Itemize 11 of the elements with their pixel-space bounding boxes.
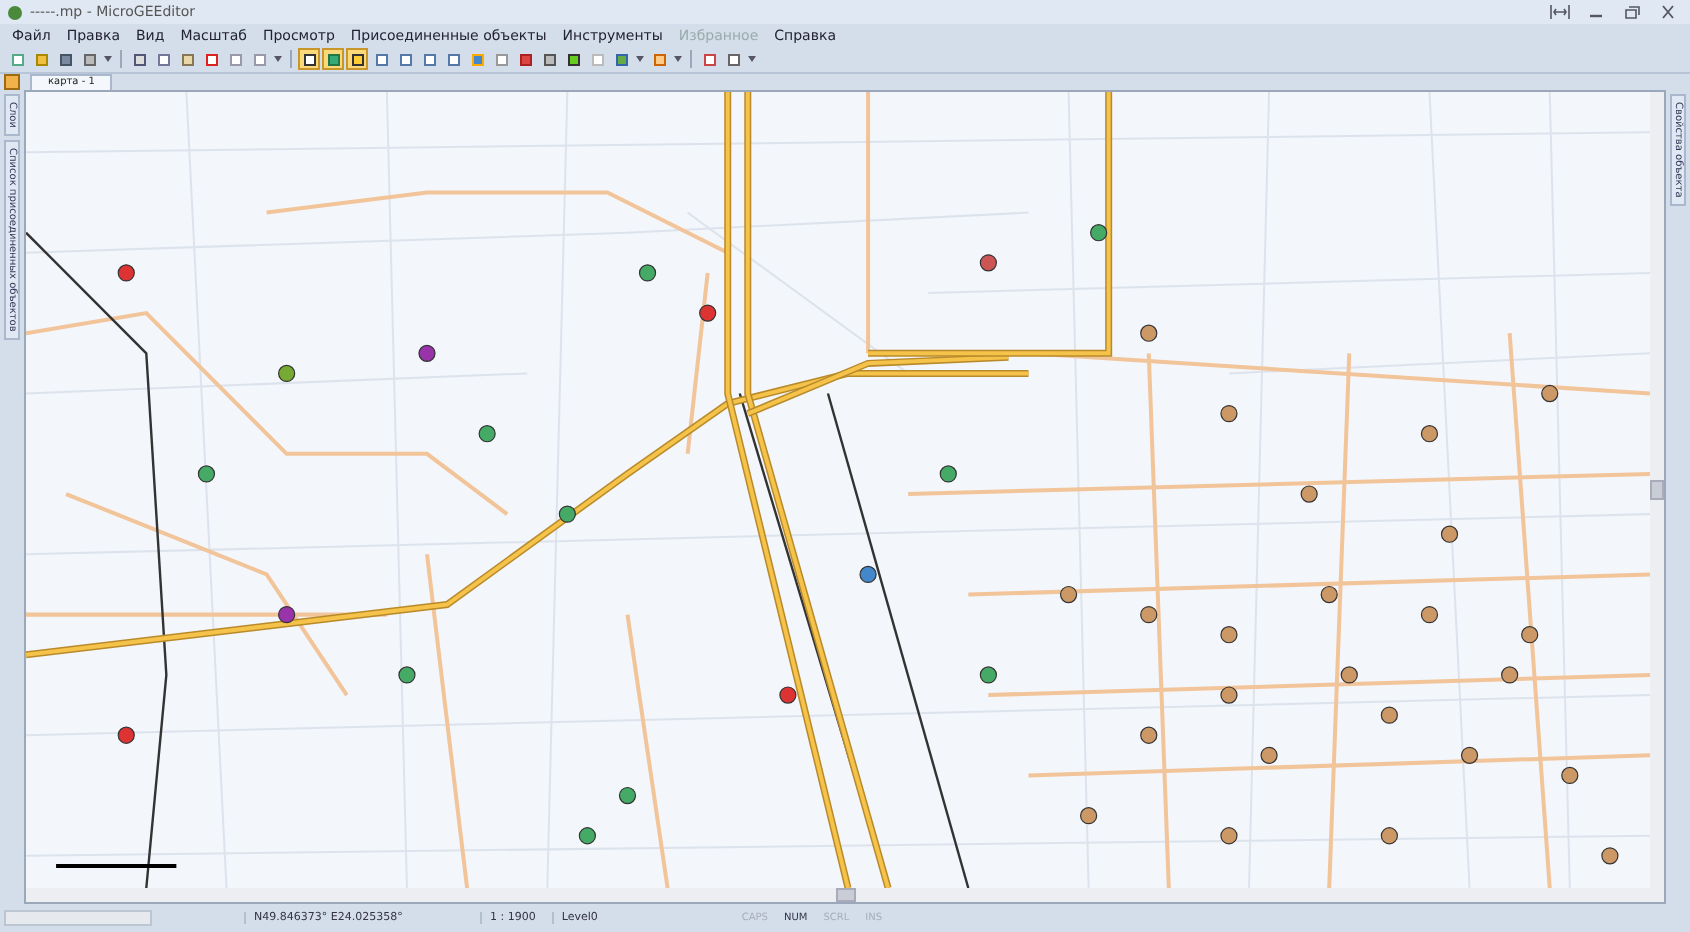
dropdown-arrow-icon[interactable] <box>104 56 112 62</box>
close-icon[interactable] <box>1658 4 1678 20</box>
restore-icon[interactable] <box>1622 4 1642 20</box>
vertical-scrollbar[interactable] <box>1650 92 1664 888</box>
app-icon <box>8 5 22 19</box>
dropdown-arrow-icon[interactable] <box>748 56 756 62</box>
dropdown-arrow-icon[interactable] <box>674 56 682 62</box>
dropdown-arrow-icon[interactable] <box>636 56 644 62</box>
resize-icon[interactable] <box>1550 4 1570 20</box>
horizontal-scrollbar[interactable] <box>26 888 1664 902</box>
dropdown-arrow-icon[interactable] <box>274 56 282 62</box>
